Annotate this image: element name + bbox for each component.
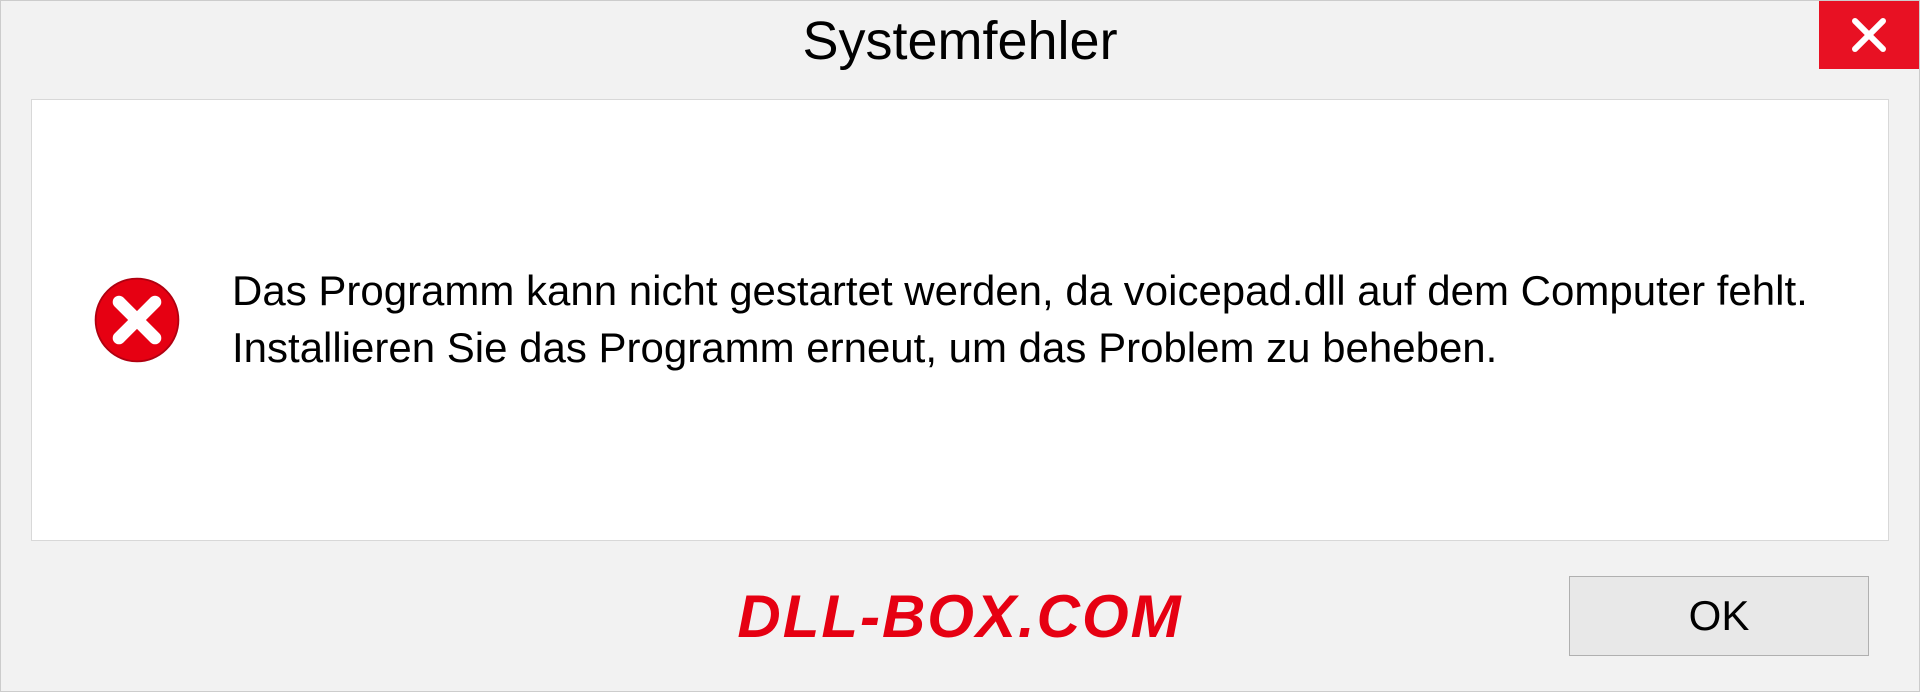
error-message: Das Programm kann nicht gestartet werden… xyxy=(232,263,1828,376)
titlebar: Systemfehler xyxy=(1,1,1919,81)
content-panel: Das Programm kann nicht gestartet werden… xyxy=(31,99,1889,541)
close-icon xyxy=(1849,15,1889,55)
dialog-title: Systemfehler xyxy=(802,10,1117,72)
close-button[interactable] xyxy=(1819,1,1919,69)
watermark-text: DLL-BOX.COM xyxy=(737,582,1182,651)
error-icon xyxy=(92,275,182,365)
ok-button[interactable]: OK xyxy=(1569,576,1869,656)
error-dialog: Systemfehler Das Programm kann nicht ges… xyxy=(0,0,1920,692)
dialog-footer: DLL-BOX.COM OK xyxy=(1,541,1919,691)
